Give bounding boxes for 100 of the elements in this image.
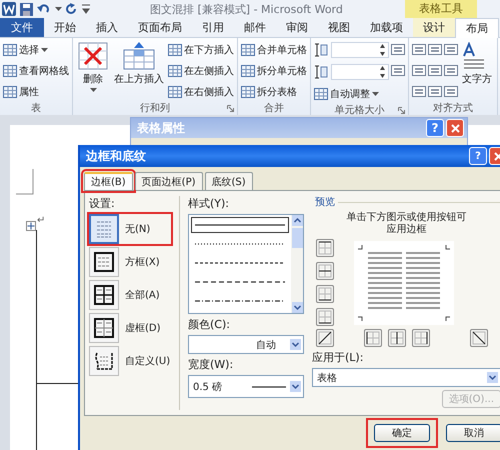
ribbon-button[interactable]: 合并单元格 bbox=[241, 40, 307, 59]
table-icon bbox=[3, 86, 17, 98]
close-button[interactable] bbox=[446, 119, 464, 137]
group-label: 表 bbox=[31, 102, 41, 115]
align-icon bbox=[391, 44, 405, 55]
help-button[interactable]: ? bbox=[426, 119, 444, 137]
corner-mark-icon bbox=[16, 169, 34, 195]
text-direction-icon bbox=[462, 42, 484, 70]
ribbon-button[interactable]: 在上方插入 bbox=[112, 40, 166, 86]
window-title: 图文混排 [兼容模式] - Microsoft Word bbox=[150, 2, 343, 16]
align-icon bbox=[412, 65, 426, 76]
word-logo-icon[interactable] bbox=[2, 2, 16, 16]
dialog-button[interactable]: 确定 bbox=[374, 424, 430, 442]
ribbon-tab[interactable]: 引用 bbox=[192, 18, 234, 37]
context-tab-label: 表格工具 bbox=[405, 0, 477, 18]
save-icon[interactable] bbox=[20, 2, 33, 16]
align-icon bbox=[428, 65, 442, 76]
group-label: 合并 bbox=[264, 102, 284, 115]
border-button[interactable] bbox=[316, 308, 334, 326]
width-dropdown[interactable]: 0.5 磅 bbox=[188, 375, 304, 398]
help-button[interactable]: ? bbox=[469, 147, 487, 165]
width-label: 宽度(W): bbox=[188, 357, 234, 372]
border-button[interactable] bbox=[412, 329, 430, 347]
ribbon-button[interactable]: 拆分单元格 bbox=[241, 61, 307, 80]
cell-size-icon bbox=[314, 43, 328, 57]
ribbon-button[interactable]: 拆分表格 bbox=[241, 82, 307, 101]
ribbon-button[interactable]: 属性 bbox=[3, 82, 69, 101]
ribbon-button[interactable]: 删除 bbox=[76, 40, 110, 92]
dialog-tab[interactable]: 边框(B) bbox=[84, 172, 133, 190]
scroll-down-icon[interactable] bbox=[292, 302, 302, 313]
table-icon bbox=[3, 64, 17, 76]
spin-arrows-icon bbox=[380, 66, 385, 78]
ribbon-tab[interactable]: 设计 bbox=[413, 18, 455, 37]
align-icon bbox=[444, 65, 458, 76]
scroll-up-icon[interactable] bbox=[292, 215, 302, 226]
setting-option[interactable]: 方框(X) bbox=[89, 247, 171, 277]
scrollbar[interactable] bbox=[291, 215, 303, 313]
ribbon-button[interactable]: 查看网格线 bbox=[3, 61, 69, 80]
border-button[interactable] bbox=[470, 329, 488, 347]
line-sample-icon bbox=[195, 224, 285, 226]
dropdown-arrow-icon bbox=[290, 381, 301, 392]
table-move-handle-icon[interactable] bbox=[26, 221, 36, 231]
scroll-thumb[interactable] bbox=[292, 228, 302, 248]
border-button[interactable] bbox=[316, 239, 334, 257]
border-button[interactable] bbox=[364, 329, 382, 347]
dialog-button[interactable]: 取消 bbox=[446, 424, 500, 442]
ribbon-button[interactable]: 在左侧插入 bbox=[168, 61, 234, 80]
dialog-launcher-icon[interactable] bbox=[398, 106, 405, 114]
ribbon-tab[interactable]: 视图 bbox=[318, 18, 360, 37]
table-icon bbox=[241, 64, 255, 76]
group-label: 单元格大小 bbox=[334, 104, 384, 117]
align-icon bbox=[412, 86, 426, 97]
setting-option[interactable]: 自定义(U) bbox=[89, 346, 171, 376]
ribbon-tab[interactable]: 文件 bbox=[0, 18, 44, 37]
setting-option[interactable]: 无(N) bbox=[89, 214, 171, 244]
ribbon-tab[interactable]: 邮件 bbox=[234, 18, 276, 37]
undo-icon[interactable] bbox=[37, 3, 51, 15]
ribbon-button[interactable]: 选择 bbox=[3, 40, 69, 59]
dialog-tab[interactable]: 页面边框(P) bbox=[134, 172, 203, 190]
apply-to-dropdown[interactable]: 表格 bbox=[312, 368, 500, 387]
size-spinner[interactable] bbox=[331, 64, 389, 80]
size-spinner[interactable] bbox=[331, 42, 389, 58]
ribbon-button[interactable]: 在右侧插入 bbox=[168, 82, 234, 101]
ribbon-tab[interactable]: 插入 bbox=[86, 18, 128, 37]
dialog-launcher-icon[interactable] bbox=[227, 104, 234, 112]
border-button[interactable] bbox=[316, 329, 334, 347]
ribbon-tab[interactable]: 布局 bbox=[455, 18, 499, 38]
ribbon-button[interactable]: 自动调整 bbox=[314, 84, 389, 103]
setting-option[interactable]: 全部(A) bbox=[89, 280, 171, 310]
ribbon-tab[interactable]: 开始 bbox=[44, 18, 86, 37]
align-icon bbox=[428, 44, 442, 55]
dialog-title: 边框和底纹 bbox=[86, 148, 146, 164]
redo-icon[interactable] bbox=[66, 3, 78, 15]
preview-hint: 单击下方图示或使用按钮可应用边框 bbox=[346, 212, 468, 236]
line-style-option[interactable] bbox=[191, 217, 289, 233]
cell-size-icon bbox=[314, 65, 328, 79]
dialog-tab[interactable]: 底纹(S) bbox=[204, 172, 253, 190]
group-label: 对齐方式 bbox=[433, 102, 473, 115]
ribbon-tab[interactable]: 加载项 bbox=[360, 18, 413, 37]
ribbon-button[interactable]: 文字方 bbox=[460, 40, 494, 86]
setting-option[interactable]: 虚框(D) bbox=[89, 313, 171, 343]
color-dropdown[interactable]: 自动 bbox=[188, 335, 304, 354]
align-icon bbox=[444, 86, 458, 97]
customize-toolbar-icon[interactable] bbox=[82, 3, 90, 15]
ribbon-button[interactable]: 在下方插入 bbox=[168, 40, 234, 59]
dropdown-arrow-icon bbox=[290, 339, 301, 350]
border-button[interactable] bbox=[388, 329, 406, 347]
align-icon bbox=[428, 86, 442, 97]
align-icon bbox=[444, 44, 458, 55]
border-button[interactable] bbox=[316, 285, 334, 303]
align-icon bbox=[391, 65, 405, 76]
table-x-icon bbox=[78, 42, 108, 70]
dialog-title: 表格属性 bbox=[137, 120, 185, 136]
table-icon bbox=[241, 86, 255, 98]
table-arrow-icon bbox=[123, 42, 155, 70]
border-button[interactable] bbox=[316, 262, 334, 280]
ribbon-tab[interactable]: 页面布局 bbox=[128, 18, 192, 37]
table-icon bbox=[314, 88, 328, 100]
ribbon-tab[interactable]: 审阅 bbox=[276, 18, 318, 37]
line-sample-icon bbox=[195, 262, 285, 264]
